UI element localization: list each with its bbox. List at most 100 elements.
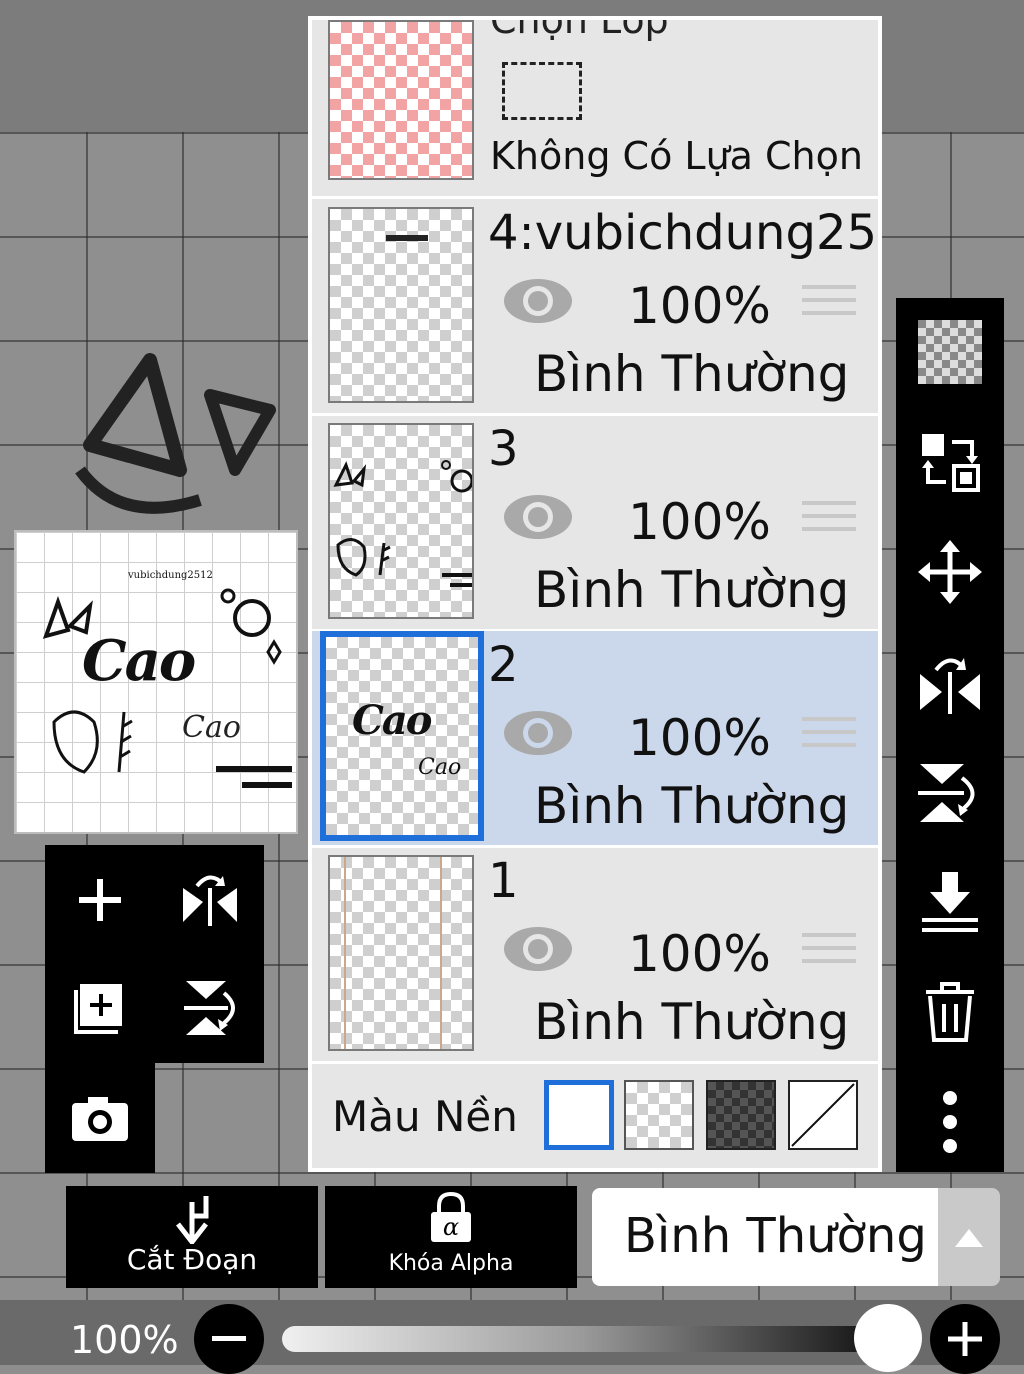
layer-thumbnail-title-text: Cao <box>352 697 432 744</box>
flip-layer-vertical-button[interactable] <box>175 973 245 1043</box>
more-options-button[interactable] <box>910 1082 990 1162</box>
duplicate-layer-button[interactable] <box>65 973 135 1043</box>
transparent-checker-icon <box>918 320 982 384</box>
layer-thumbnail-doodle <box>333 460 472 587</box>
layer-blend-mode: Bình Thường <box>534 993 850 1051</box>
selection-marquee-icon <box>502 62 582 120</box>
no-color-icon <box>791 1083 855 1147</box>
camera-button[interactable] <box>65 1083 135 1153</box>
alpha-lock-label: Khóa Alpha <box>388 1251 514 1276</box>
alpha-lock-button[interactable]: α Khóa Alpha <box>325 1186 577 1288</box>
swap-layer-icon <box>922 434 980 492</box>
flip-layer-vertical-icon <box>184 981 235 1035</box>
layer-thumbnail <box>328 423 474 619</box>
preview-title-text: Cao <box>82 628 196 694</box>
visibility-eye-icon[interactable] <box>502 275 574 327</box>
layer-name: 4:vubichdung251 <box>488 205 882 261</box>
layer-name: 1 <box>488 853 519 909</box>
preview-orb-doodle <box>220 588 282 665</box>
flip-horizontal-icon <box>920 658 980 714</box>
swatch-transparent[interactable] <box>624 1080 694 1150</box>
swatch-white[interactable] <box>544 1080 614 1150</box>
more-icon <box>943 1091 957 1153</box>
layer-thumbnail-text-mark <box>386 235 428 241</box>
preview-credit-text: vubichdung2512 <box>128 570 213 581</box>
background-color-row: Màu Nền <box>312 1058 878 1168</box>
layer-name: 2 <box>488 637 519 693</box>
minus-icon <box>212 1336 246 1341</box>
layers-panel: Chọn Lớp Không Có Lựa Chọn 4:vubichdung2… <box>308 16 882 1172</box>
visibility-eye-icon[interactable] <box>502 491 574 543</box>
swatch-none[interactable] <box>788 1080 858 1150</box>
canvas-preview[interactable]: vubichdung2512 Cao Cao <box>14 530 298 834</box>
drag-handle-icon[interactable] <box>802 933 856 977</box>
selection-title: Chọn Lớp <box>490 16 669 42</box>
drag-handle-icon[interactable] <box>802 717 856 761</box>
layer-tools-panel <box>45 845 264 1063</box>
flip-layer-horizontal-icon <box>183 875 237 926</box>
flip-vertical-icon <box>918 764 975 822</box>
layer-blend-mode: Bình Thường <box>534 561 850 619</box>
swap-layer-button[interactable] <box>910 422 990 502</box>
preview-line-doodle <box>242 782 292 788</box>
flip-vertical-button[interactable] <box>910 752 990 832</box>
preview-subtitle-text: Cao <box>182 710 241 745</box>
opacity-slider-knob[interactable] <box>854 1304 922 1372</box>
swatch-dark-checker[interactable] <box>706 1080 776 1150</box>
move-icon <box>918 540 982 604</box>
layer-thumbnail-subtitle-text: Cao <box>418 755 462 780</box>
layer-blend-mode: Bình Thường <box>534 777 850 835</box>
flip-layer-horizontal-button[interactable] <box>175 865 245 935</box>
drag-handle-icon[interactable] <box>802 285 856 329</box>
layer-opacity[interactable]: 100% <box>628 925 771 983</box>
move-button[interactable] <box>910 532 990 612</box>
preview-plant-doodle <box>52 710 133 774</box>
layer-thumbnail-guide-line <box>440 857 442 1049</box>
layer-row-4[interactable]: 4:vubichdung251 100% Bình Thường <box>312 199 878 416</box>
decrease-opacity-button[interactable] <box>194 1304 264 1374</box>
trash-icon <box>926 982 974 1042</box>
lock-alpha-icon: α <box>431 1192 471 1242</box>
delete-layer-button[interactable] <box>910 972 990 1052</box>
layer-row-1[interactable]: 1 100% Bình Thường <box>312 847 878 1064</box>
opacity-slider[interactable] <box>282 1326 882 1352</box>
transparent-fill-button[interactable] <box>910 312 990 392</box>
layer-thumbnail <box>328 207 474 403</box>
layer-row-3[interactable]: 3 100% Bình Thường <box>312 415 878 632</box>
layer-opacity[interactable]: 100% <box>628 493 771 551</box>
layer-opacity[interactable]: 100% <box>628 277 771 335</box>
blend-mode-dropdown-button[interactable] <box>938 1188 1000 1286</box>
increase-opacity-button[interactable] <box>930 1304 1000 1374</box>
merge-down-button[interactable] <box>910 862 990 942</box>
clipping-button[interactable]: Cắt Đoạn <box>66 1186 318 1288</box>
selection-thumbnail <box>328 20 474 180</box>
add-layer-button[interactable] <box>65 865 135 935</box>
layer-row-2[interactable]: Cao Cao 2 100% Bình Thường <box>312 631 878 848</box>
selection-status: Không Có Lựa Chọn <box>490 134 863 178</box>
blend-mode-select[interactable]: Bình Thường <box>592 1188 938 1286</box>
merge-down-icon <box>922 872 978 932</box>
add-layer-icon <box>79 879 121 921</box>
drag-handle-icon[interactable] <box>802 501 856 545</box>
layer-thumbnail: Cao Cao <box>320 631 484 841</box>
flip-horizontal-button[interactable] <box>910 642 990 722</box>
layer-thumbnail-guide-line <box>344 857 346 1049</box>
chevron-up-icon <box>955 1229 983 1247</box>
visibility-eye-icon[interactable] <box>502 923 574 975</box>
duplicate-layer-icon <box>74 984 122 1034</box>
background-color-label: Màu Nền <box>332 1092 518 1141</box>
layer-tools-panel-lower <box>45 1063 155 1173</box>
clipping-label: Cắt Đoạn <box>126 1243 258 1276</box>
layer-name: 3 <box>488 421 519 477</box>
blend-mode-value: Bình Thường <box>624 1208 927 1264</box>
plus-icon <box>948 1322 982 1356</box>
selection-layer-row[interactable]: Chọn Lớp Không Có Lựa Chọn <box>312 20 878 199</box>
preview-line-doodle <box>216 766 292 772</box>
camera-icon <box>72 1097 128 1141</box>
clipping-arrow-icon <box>176 1196 209 1244</box>
visibility-eye-icon[interactable] <box>502 707 574 759</box>
layer-actions-panel <box>896 298 1004 1172</box>
layer-blend-mode: Bình Thường <box>534 345 850 403</box>
layer-thumbnail <box>328 855 474 1051</box>
layer-opacity[interactable]: 100% <box>628 709 771 767</box>
